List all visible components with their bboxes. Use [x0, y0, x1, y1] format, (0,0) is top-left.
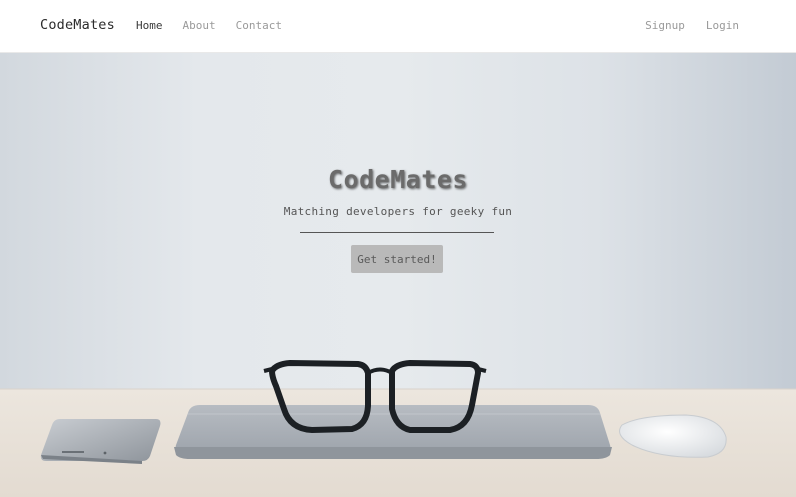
- hero-background-image: [0, 359, 796, 497]
- hero-section: CodeMates Matching developers for geeky …: [0, 53, 796, 497]
- hero-subtitle: Matching developers for geeky fun: [283, 205, 513, 218]
- top-navbar: CodeMates Home About Contact Signup Logi…: [0, 0, 796, 53]
- nav-right-group: Signup Login: [645, 19, 739, 32]
- get-started-button[interactable]: Get started!: [351, 245, 443, 273]
- nav-link-signup[interactable]: Signup: [645, 19, 685, 32]
- nav-link-contact[interactable]: Contact: [236, 19, 282, 32]
- nav-link-login[interactable]: Login: [706, 19, 739, 32]
- nav-left-group: Home About Contact: [136, 19, 282, 32]
- nav-link-about[interactable]: About: [183, 19, 216, 32]
- smartphone-image: [40, 419, 161, 464]
- hero-title: CodeMates: [328, 165, 468, 194]
- brand-logo-link[interactable]: CodeMates: [40, 17, 115, 33]
- nav-link-home[interactable]: Home: [136, 19, 163, 32]
- hero-divider: [300, 232, 494, 233]
